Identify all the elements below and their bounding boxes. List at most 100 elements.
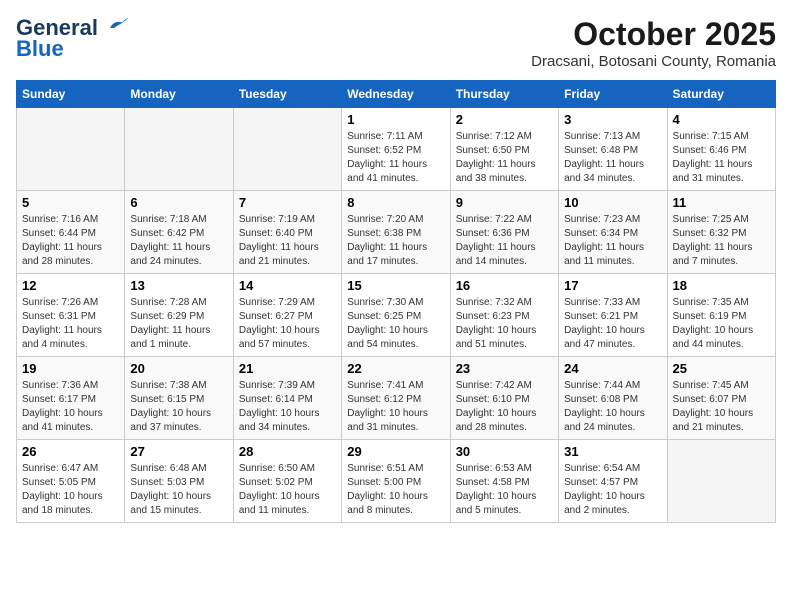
- logo-blue: Blue: [16, 36, 64, 62]
- day-info: Sunrise: 7:45 AMSunset: 6:07 PMDaylight:…: [673, 379, 770, 435]
- day-number: 26: [22, 444, 119, 459]
- day-number: 29: [347, 444, 444, 459]
- day-info: Sunrise: 7:42 AMSunset: 6:10 PMDaylight:…: [456, 379, 553, 435]
- day-info: Sunrise: 6:48 AMSunset: 5:03 PMDaylight:…: [130, 462, 227, 518]
- day-info: Sunrise: 7:19 AMSunset: 6:40 PMDaylight:…: [239, 213, 336, 269]
- day-number: 20: [130, 361, 227, 376]
- day-number: 23: [456, 361, 553, 376]
- calendar-cell: 2 Sunrise: 7:12 AMSunset: 6:50 PMDaylight…: [450, 108, 558, 191]
- day-info: Sunrise: 6:54 AMSunset: 4:57 PMDaylight:…: [564, 462, 661, 518]
- day-number: 5: [22, 195, 119, 210]
- calendar-cell: 26 Sunrise: 6:47 AMSunset: 5:05 PMDayligh…: [17, 440, 125, 523]
- calendar-cell: 17 Sunrise: 7:33 AMSunset: 6:21 PMDayligh…: [559, 274, 667, 357]
- day-number: 31: [564, 444, 661, 459]
- day-info: Sunrise: 7:30 AMSunset: 6:25 PMDaylight:…: [347, 296, 444, 352]
- day-number: 6: [130, 195, 227, 210]
- day-info: Sunrise: 7:28 AMSunset: 6:29 PMDaylight:…: [130, 296, 227, 352]
- day-number: 12: [22, 278, 119, 293]
- day-number: 16: [456, 278, 553, 293]
- calendar-cell: 14 Sunrise: 7:29 AMSunset: 6:27 PMDayligh…: [233, 274, 341, 357]
- calendar-cell: 19 Sunrise: 7:36 AMSunset: 6:17 PMDayligh…: [17, 357, 125, 440]
- day-info: Sunrise: 7:13 AMSunset: 6:48 PMDaylight:…: [564, 130, 661, 186]
- day-info: Sunrise: 7:25 AMSunset: 6:32 PMDaylight:…: [673, 213, 770, 269]
- day-info: Sunrise: 7:20 AMSunset: 6:38 PMDaylight:…: [347, 213, 444, 269]
- day-info: Sunrise: 7:29 AMSunset: 6:27 PMDaylight:…: [239, 296, 336, 352]
- day-number: 4: [673, 112, 770, 127]
- day-number: 3: [564, 112, 661, 127]
- day-number: 13: [130, 278, 227, 293]
- day-number: 19: [22, 361, 119, 376]
- logo-bird-icon: [106, 15, 130, 33]
- day-info: Sunrise: 6:51 AMSunset: 5:00 PMDaylight:…: [347, 462, 444, 518]
- day-info: Sunrise: 7:36 AMSunset: 6:17 PMDaylight:…: [22, 379, 119, 435]
- calendar-cell: 3 Sunrise: 7:13 AMSunset: 6:48 PMDaylight…: [559, 108, 667, 191]
- day-number: 14: [239, 278, 336, 293]
- day-info: Sunrise: 7:38 AMSunset: 6:15 PMDaylight:…: [130, 379, 227, 435]
- week-row-4: 19 Sunrise: 7:36 AMSunset: 6:17 PMDayligh…: [17, 357, 776, 440]
- calendar-cell: 10 Sunrise: 7:23 AMSunset: 6:34 PMDayligh…: [559, 191, 667, 274]
- day-number: 17: [564, 278, 661, 293]
- calendar-cell: 1 Sunrise: 7:11 AMSunset: 6:52 PMDaylight…: [342, 108, 450, 191]
- day-number: 9: [456, 195, 553, 210]
- day-info: Sunrise: 7:39 AMSunset: 6:14 PMDaylight:…: [239, 379, 336, 435]
- calendar-cell: 12 Sunrise: 7:26 AMSunset: 6:31 PMDayligh…: [17, 274, 125, 357]
- calendar-cell: 18Sunrise: 7:35 AMSunset: 6:19 PMDayligh…: [667, 274, 775, 357]
- calendar-cell: [17, 108, 125, 191]
- day-number: 21: [239, 361, 336, 376]
- day-number: 2: [456, 112, 553, 127]
- header-col-sunday: Sunday: [17, 81, 125, 108]
- day-number: 28: [239, 444, 336, 459]
- week-row-1: 1 Sunrise: 7:11 AMSunset: 6:52 PMDaylight…: [17, 108, 776, 191]
- day-info: Sunrise: 7:44 AMSunset: 6:08 PMDaylight:…: [564, 379, 661, 435]
- logo: General Blue: [16, 16, 130, 62]
- day-info: Sunrise: 6:50 AMSunset: 5:02 PMDaylight:…: [239, 462, 336, 518]
- day-number: 1: [347, 112, 444, 127]
- day-info: Sunrise: 7:32 AMSunset: 6:23 PMDaylight:…: [456, 296, 553, 352]
- calendar-cell: 30Sunrise: 6:53 AMSunset: 4:58 PMDayligh…: [450, 440, 558, 523]
- day-info: Sunrise: 7:33 AMSunset: 6:21 PMDaylight:…: [564, 296, 661, 352]
- day-number: 7: [239, 195, 336, 210]
- calendar-cell: 6 Sunrise: 7:18 AMSunset: 6:42 PMDaylight…: [125, 191, 233, 274]
- calendar-cell: 16 Sunrise: 7:32 AMSunset: 6:23 PMDayligh…: [450, 274, 558, 357]
- day-info: Sunrise: 7:11 AMSunset: 6:52 PMDaylight:…: [347, 130, 444, 186]
- calendar-cell: 9 Sunrise: 7:22 AMSunset: 6:36 PMDaylight…: [450, 191, 558, 274]
- day-number: 27: [130, 444, 227, 459]
- calendar-cell: 22 Sunrise: 7:41 AMSunset: 6:12 PMDayligh…: [342, 357, 450, 440]
- calendar-cell: [125, 108, 233, 191]
- calendar-cell: 29 Sunrise: 6:51 AMSunset: 5:00 PMDayligh…: [342, 440, 450, 523]
- header: General Blue October 2025 Dracsani, Boto…: [16, 16, 776, 70]
- day-number: 8: [347, 195, 444, 210]
- header-col-saturday: Saturday: [667, 81, 775, 108]
- calendar-cell: 8 Sunrise: 7:20 AMSunset: 6:38 PMDaylight…: [342, 191, 450, 274]
- title-area: October 2025 Dracsani, Botosani County, …: [531, 16, 776, 70]
- day-info: Sunrise: 7:22 AMSunset: 6:36 PMDaylight:…: [456, 213, 553, 269]
- day-info: Sunrise: 7:23 AMSunset: 6:34 PMDaylight:…: [564, 213, 661, 269]
- calendar-cell: [233, 108, 341, 191]
- week-row-5: 26 Sunrise: 6:47 AMSunset: 5:05 PMDayligh…: [17, 440, 776, 523]
- day-number: 10: [564, 195, 661, 210]
- calendar-cell: 13 Sunrise: 7:28 AMSunset: 6:29 PMDayligh…: [125, 274, 233, 357]
- day-info: Sunrise: 7:18 AMSunset: 6:42 PMDaylight:…: [130, 213, 227, 269]
- day-info: Sunrise: 7:16 AMSunset: 6:44 PMDaylight:…: [22, 213, 119, 269]
- day-number: 18: [673, 278, 770, 293]
- week-row-2: 5 Sunrise: 7:16 AMSunset: 6:44 PMDaylight…: [17, 191, 776, 274]
- header-col-tuesday: Tuesday: [233, 81, 341, 108]
- header-col-thursday: Thursday: [450, 81, 558, 108]
- calendar-cell: 21 Sunrise: 7:39 AMSunset: 6:14 PMDayligh…: [233, 357, 341, 440]
- day-info: Sunrise: 6:53 AMSunset: 4:58 PMDaylight:…: [456, 462, 553, 518]
- day-info: Sunrise: 7:41 AMSunset: 6:12 PMDaylight:…: [347, 379, 444, 435]
- calendar-cell: 31 Sunrise: 6:54 AMSunset: 4:57 PMDayligh…: [559, 440, 667, 523]
- month-title: October 2025: [531, 16, 776, 53]
- day-number: 22: [347, 361, 444, 376]
- week-row-3: 12 Sunrise: 7:26 AMSunset: 6:31 PMDayligh…: [17, 274, 776, 357]
- day-info: Sunrise: 6:47 AMSunset: 5:05 PMDaylight:…: [22, 462, 119, 518]
- header-col-friday: Friday: [559, 81, 667, 108]
- day-number: 11: [673, 195, 770, 210]
- location-title: Dracsani, Botosani County, Romania: [531, 53, 776, 70]
- header-col-monday: Monday: [125, 81, 233, 108]
- calendar-cell: 27 Sunrise: 6:48 AMSunset: 5:03 PMDayligh…: [125, 440, 233, 523]
- day-info: Sunrise: 7:26 AMSunset: 6:31 PMDaylight:…: [22, 296, 119, 352]
- calendar-table: SundayMondayTuesdayWednesdayThursdayFrid…: [16, 80, 776, 523]
- calendar-cell: 15Sunrise: 7:30 AMSunset: 6:25 PMDayligh…: [342, 274, 450, 357]
- day-info: Sunrise: 7:12 AMSunset: 6:50 PMDaylight:…: [456, 130, 553, 186]
